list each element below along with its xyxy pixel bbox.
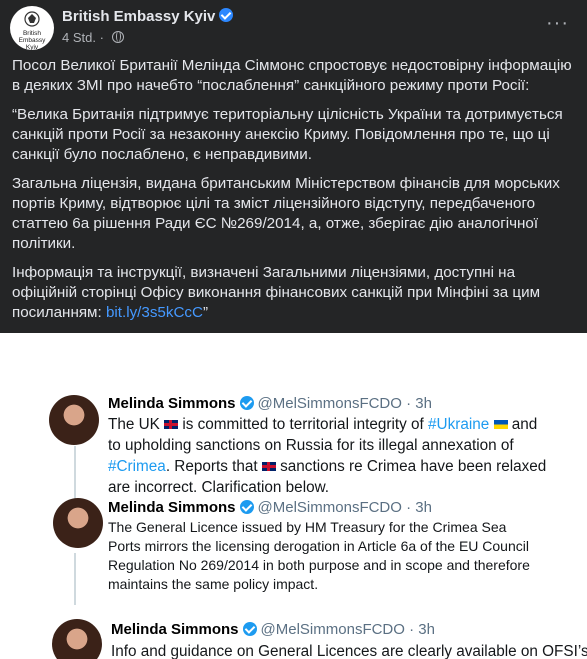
post-paragraph-4: Інформація та інструкції, визначені Зага…: [12, 263, 578, 323]
thread-line: [74, 446, 76, 501]
tweet-1-part: is committed to territorial integrity of: [182, 416, 424, 433]
tweet-handle-time: @MelSimmonsFCDO · 3h: [257, 499, 432, 516]
tweet-text-3: Info and guidance on General Licences ar…: [111, 643, 587, 659]
tweet-1-part: The UK: [108, 416, 160, 433]
tweet-handle-time: @MelSimmonsFCDO · 3h: [257, 395, 432, 412]
thread-line: [74, 553, 76, 605]
paragraph-4-text: Інформація та інструкції, визначені Зага…: [12, 264, 541, 321]
tweet-author: Melinda Simmons: [108, 499, 236, 516]
royal-crest-icon: [24, 11, 40, 27]
tweet-text-1: The UK is committed to territorial integ…: [108, 414, 548, 498]
tweet-avatar: [52, 619, 102, 659]
tweet-1-part: . Reports that: [165, 458, 258, 475]
post-image-tweets[interactable]: Melinda Simmons @MelSimmonsFCDO · 3h The …: [0, 333, 587, 659]
post-body: Посол Великої Британії Мелінда Сіммонс с…: [12, 56, 578, 332]
tweet-handle-time: @MelSimmonsFCDO · 3h: [260, 621, 435, 638]
avatar-text: British Embassy Kyiv: [18, 30, 46, 50]
hashtag-ukraine: #Ukraine: [428, 416, 490, 433]
closing-quote: ”: [203, 304, 209, 321]
uk-flag-icon: [164, 420, 179, 429]
tweet-author: Melinda Simmons: [108, 395, 236, 412]
tweet-header: Melinda Simmons @MelSimmonsFCDO · 3h: [111, 621, 435, 638]
facebook-post: British Embassy Kyiv British Embassy Kyi…: [0, 0, 587, 333]
verified-badge-icon: [239, 500, 254, 514]
tweet-avatar: [49, 395, 99, 445]
post-header: British Embassy Kyiv British Embassy Kyi…: [10, 6, 577, 50]
post-paragraph-1: Посол Великої Британії Мелінда Сіммонс с…: [12, 57, 572, 94]
uk-flag-icon: [261, 462, 276, 471]
post-paragraph-2: “Велика Британія підтримує територіальну…: [12, 106, 563, 163]
verified-badge-icon: [239, 396, 254, 410]
tweet-header: Melinda Simmons @MelSimmonsFCDO · 3h: [108, 499, 432, 516]
tweet-avatar: [53, 498, 103, 548]
ukraine-flag-icon: [493, 420, 508, 429]
page-name-label[interactable]: British Embassy Kyiv: [62, 8, 215, 25]
more-options-button[interactable]: ···: [546, 12, 569, 35]
post-time[interactable]: 4 Std.: [62, 30, 96, 45]
post-paragraph-3: Загальна ліцензія, видана британським Мі…: [12, 175, 560, 252]
globe-icon: [111, 31, 124, 43]
post-link[interactable]: bit.ly/3s5kCcC: [106, 304, 203, 321]
page-avatar[interactable]: British Embassy Kyiv: [10, 6, 54, 50]
post-meta: 4 Std. ·: [62, 30, 124, 45]
verified-badge-icon: [242, 622, 257, 636]
page-name[interactable]: British Embassy Kyiv: [62, 8, 234, 25]
tweet-author: Melinda Simmons: [111, 621, 239, 638]
verified-badge-icon: [219, 8, 234, 22]
tweet-text-2: The General Licence issued by HM Treasur…: [108, 519, 530, 592]
tweet-header: Melinda Simmons @MelSimmonsFCDO · 3h: [108, 395, 432, 412]
hashtag-crimea: #Crimea: [108, 458, 166, 475]
